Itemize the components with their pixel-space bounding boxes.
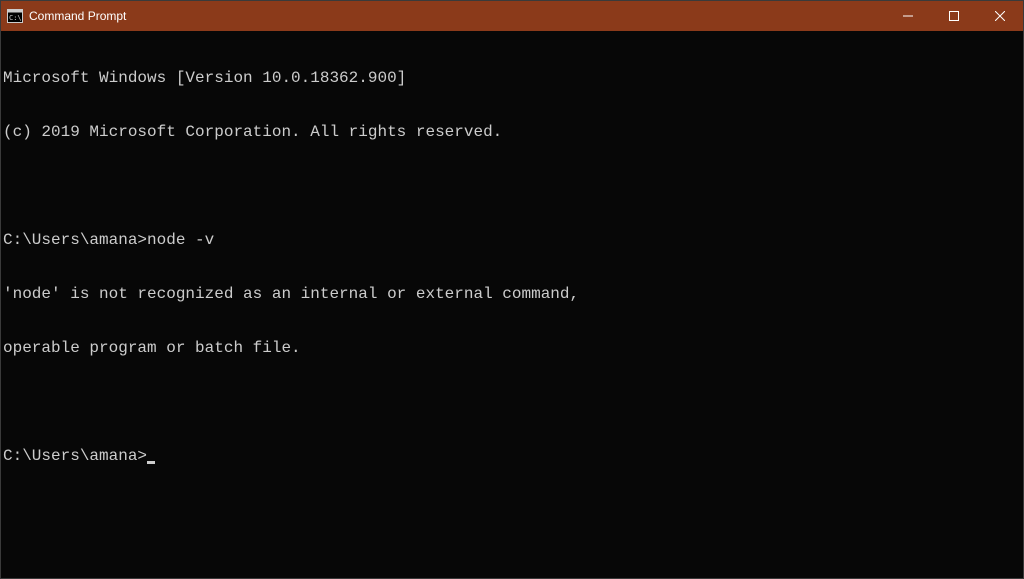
terminal-output[interactable]: Microsoft Windows [Version 10.0.18362.90… [1,31,1023,578]
terminal-prompt-line: C:\Users\amana> [3,447,1021,465]
terminal-line: Microsoft Windows [Version 10.0.18362.90… [3,69,1021,87]
terminal-line [3,177,1021,195]
maximize-button[interactable] [931,1,977,31]
terminal-line: 'node' is not recognized as an internal … [3,285,1021,303]
close-button[interactable] [977,1,1023,31]
window-title: Command Prompt [29,9,126,23]
terminal-prompt: C:\Users\amana> [3,447,147,465]
terminal-line: (c) 2019 Microsoft Corporation. All righ… [3,123,1021,141]
terminal-line [3,393,1021,411]
titlebar[interactable]: C:\ Command Prompt [1,1,1023,31]
terminal-line: operable program or batch file. [3,339,1021,357]
command-prompt-icon: C:\ [7,8,23,24]
cursor-icon [147,461,155,464]
window-controls [885,1,1023,31]
minimize-button[interactable] [885,1,931,31]
terminal-line: C:\Users\amana>node -v [3,231,1021,249]
svg-text:C:\: C:\ [9,14,22,22]
command-prompt-window: C:\ Command Prompt Microsoft Windows [Ve… [0,0,1024,579]
